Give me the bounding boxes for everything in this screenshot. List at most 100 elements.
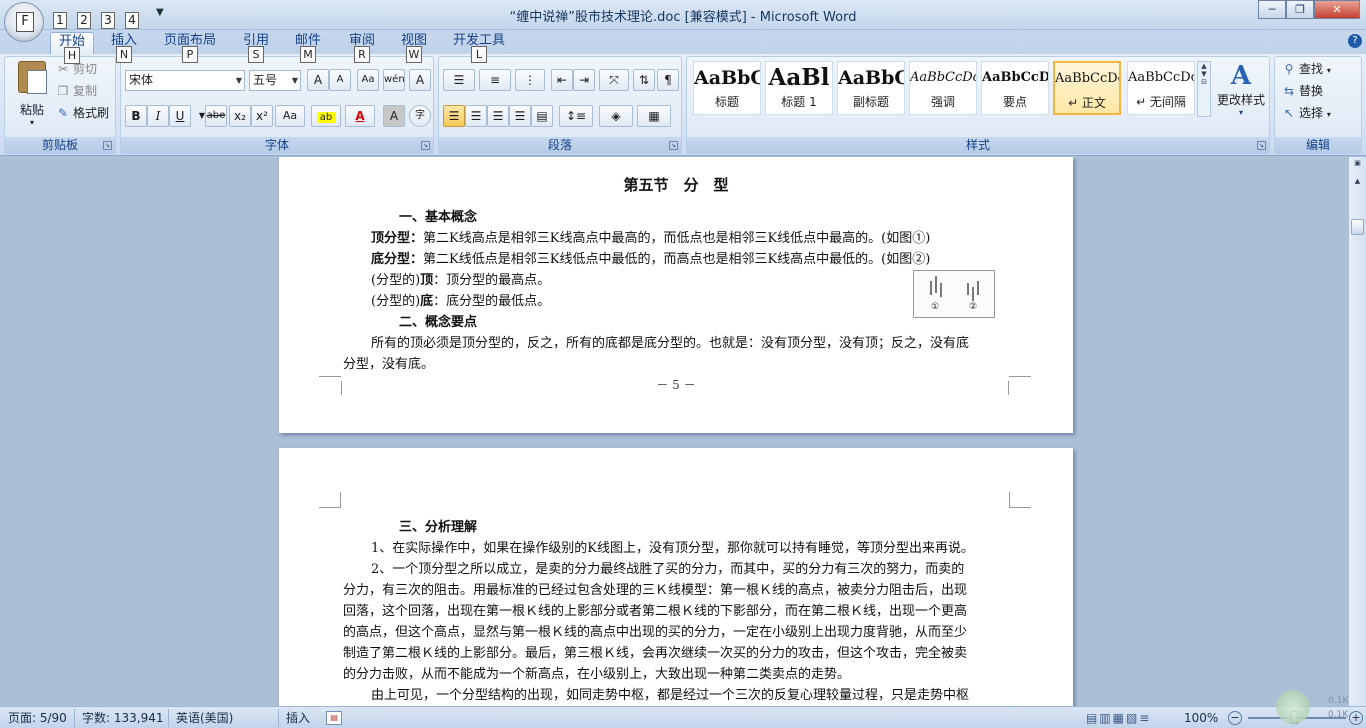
font-color-button[interactable]: A [345,105,375,127]
tab-page-layout[interactable]: 页面布局 P [160,32,220,63]
style-item[interactable]: AaBl 标题 1 [765,61,833,115]
character-shading-button[interactable]: A [383,105,405,127]
paragraph-launcher-icon[interactable]: ↘ [669,141,678,150]
superscript-button[interactable]: x² [251,105,273,127]
tab-home[interactable]: 开始 H [50,32,94,64]
select-button[interactable]: ↖ 选择 ▾ [1281,103,1331,123]
zoom-out-icon[interactable]: − [1228,711,1242,725]
sort-icon[interactable]: ⇅ [633,69,655,91]
change-styles-button[interactable]: A 更改样式 ▾ [1215,61,1267,117]
macro-record-icon[interactable]: ▤ [326,711,342,725]
status-insert-mode[interactable]: 插入 [286,710,310,726]
def-trough: ：底分型的最低点。 [433,294,551,309]
shrink-font-button[interactable]: A [329,69,351,91]
change-case-button[interactable]: Aa [275,105,305,127]
tab-view[interactable]: 视图 W [394,32,434,63]
office-button[interactable]: F [4,2,44,42]
tab-developer[interactable]: 开发工具 L [448,32,510,63]
style-item-selected[interactable]: AaBbCcDc ↵ 正文 [1053,61,1121,115]
zoom-in-icon[interactable]: + [1349,711,1363,725]
font-launcher-icon[interactable]: ↘ [421,141,430,150]
style-item[interactable]: AaBbCcDc ↵ 无间隔 [1127,61,1195,115]
cut-label: 剪切 [73,62,98,76]
numbering-icon[interactable]: ≡ [479,69,511,91]
tab-insert[interactable]: 插入 N [104,32,144,63]
page-5[interactable]: 第五节 分 型 一、基本概念 顶分型：第二K线高点是相邻三K线高点中最高的，而低… [279,157,1073,433]
tab-review[interactable]: 审阅 R [342,32,382,63]
style-item[interactable]: AaBbCcD 要点 [981,61,1049,115]
find-button[interactable]: ⚲ 查找 ▾ [1281,59,1331,79]
line-spacing-icon[interactable]: ↕≡ [559,105,593,127]
network-monitor-icon[interactable] [1276,690,1310,724]
font-color-icon: A [355,109,365,123]
vertical-scrollbar[interactable]: ▣ ▲ [1348,157,1366,706]
grow-font-button[interactable]: A [307,69,329,91]
multilevel-list-icon[interactable]: ⋮ [515,69,545,91]
highlight-button[interactable]: ab [311,105,341,127]
def-peak: ：顶分型的最高点。 [433,273,551,288]
subscript-button[interactable]: x₂ [229,105,251,127]
crop-mark [1008,381,1009,395]
fractal-figure[interactable]: ① ② [913,270,995,318]
italic-button[interactable]: I [147,105,169,127]
enclose-characters-button[interactable]: 字 [409,105,431,127]
scroll-up-icon[interactable]: ▲ [1351,177,1364,191]
help-icon[interactable]: ? [1348,34,1362,48]
show-marks-icon[interactable]: ¶ [657,69,679,91]
decrease-indent-icon[interactable]: ⇤ [551,69,573,91]
net-download-speed: 0.1K [1328,710,1349,720]
status-word-count[interactable]: 字数: 133,941 [82,710,163,726]
restore-button[interactable]: ❐ [1286,0,1314,19]
document-area[interactable]: 第五节 分 型 一、基本概念 顶分型：第二K线高点是相邻三K线高点中最高的，而低… [0,157,1348,706]
clear-formatting-button[interactable]: Aa [357,69,379,91]
chinese-layout-icon[interactable]: ⤧ [599,69,629,91]
copy-icon: ❐ [57,84,69,98]
font-size-dropdown-icon: ▼ [291,76,298,85]
style-item[interactable]: AaBbCcDc 强调 [909,61,977,115]
tab-references[interactable]: 引用 S [236,32,276,63]
replace-button[interactable]: ⇆ 替换 [1281,81,1323,101]
paste-dropdown-icon[interactable]: ▾ [11,118,53,127]
status-page[interactable]: 页面: 5/90 [8,710,67,726]
paragraph-key-points-line1: 所有的顶必须是顶分型的，反之，所有的底都是底分型的。也就是：没有顶分型，没有顶；… [371,336,970,351]
copy-button[interactable]: ❐ 复制 [55,81,97,101]
strikethrough-button[interactable]: abe [205,105,227,127]
ruler-toggle-icon[interactable]: ▣ [1351,159,1364,173]
justify-icon[interactable]: ☰ [509,105,531,127]
minimize-button[interactable]: ─ [1258,0,1286,19]
format-painter-label: 格式刷 [73,106,110,120]
bold-button[interactable]: B [125,105,147,127]
status-language[interactable]: 英语(美国) [176,710,233,726]
format-painter-button[interactable]: ✎ 格式刷 [55,103,109,123]
styles-gallery-scroll[interactable]: ▲ ▼ ⊟ [1197,61,1211,117]
clipboard-launcher-icon[interactable]: ↘ [103,141,112,150]
body-line: 1、在实际操作中，如果在操作级别的K线图上，没有顶分型，那你就可以持有睡觉，等顶… [371,541,974,556]
bullets-icon[interactable]: ☰ [443,69,475,91]
font-size-combo[interactable]: 五号 ▼ [249,70,301,91]
body-line: 2、一个顶分型之所以成立，是卖的分力最终战胜了买的分力，而其中，买的分力有三次的… [371,562,965,577]
body-line: 的高点，但这个高点，显然与第一根Ｋ线的高点中出现的买的分力，一定在小级别上出现力… [343,625,968,640]
zoom-level[interactable]: 100% [1184,710,1218,726]
borders-icon[interactable]: ▦ [637,105,671,127]
paste-button[interactable]: 粘贴 ▾ [11,61,53,133]
phonetic-guide-button[interactable]: wén [383,69,405,91]
underline-button[interactable]: U [169,105,191,127]
tab-mailings[interactable]: 邮件 M [288,32,328,63]
scroll-thumb[interactable] [1351,219,1364,235]
align-center-icon[interactable]: ☰ [465,105,487,127]
align-left-icon[interactable]: ☰ [443,105,465,127]
body-line: 的分力击败，从而不能成为一个新高点，在小级别上，大致出现一种第二类卖点的走势。 [343,667,851,682]
styles-launcher-icon[interactable]: ↘ [1257,141,1266,150]
distributed-icon[interactable]: ▤ [531,105,553,127]
increase-indent-icon[interactable]: ⇥ [573,69,595,91]
view-buttons[interactable]: ▤▥▦▧≡ [1086,710,1151,726]
keytip-home: H [64,47,80,64]
close-button[interactable]: ✕ [1314,0,1360,19]
align-right-icon[interactable]: ☰ [487,105,509,127]
shading-icon[interactable]: ◈ [599,105,633,127]
page-6[interactable]: 三、分析理解 1、在实际操作中，如果在操作级别的K线图上，没有顶分型，那你就可以… [279,448,1073,706]
character-border-button[interactable]: A [409,69,431,91]
style-item[interactable]: AaBbC 副标题 [837,61,905,115]
style-item[interactable]: AaBbC 标题 [693,61,761,115]
font-name-combo[interactable]: 宋体 ▼ [125,70,245,91]
